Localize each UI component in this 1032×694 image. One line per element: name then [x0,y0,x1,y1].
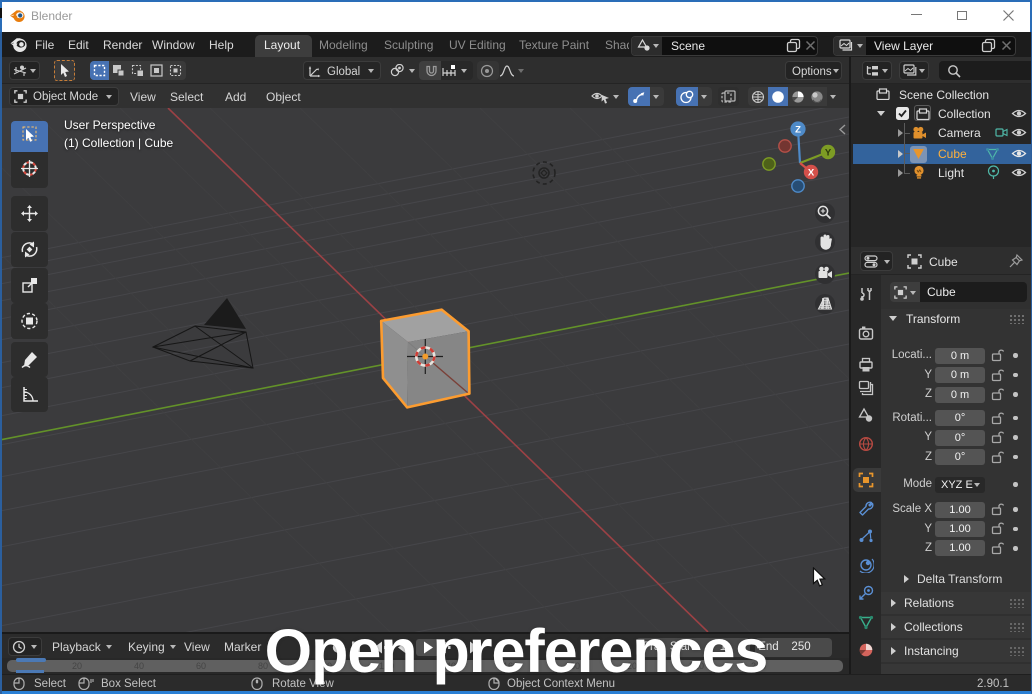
svg-text:Y: Y [825,148,832,159]
svg-text:X: X [808,168,815,179]
svg-text:Z: Z [795,125,801,136]
